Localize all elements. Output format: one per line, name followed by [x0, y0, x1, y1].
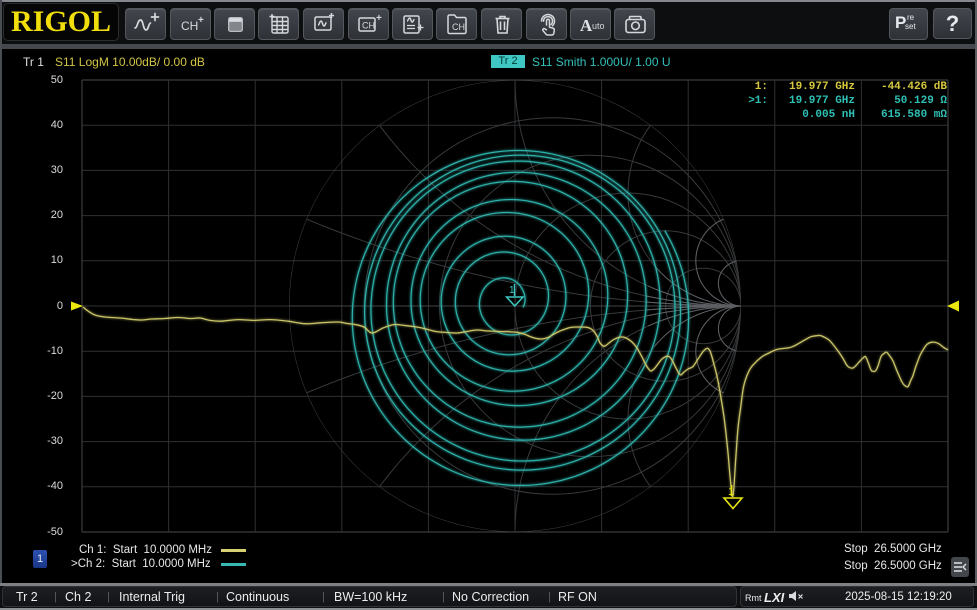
svg-text:CH: CH	[181, 19, 198, 33]
svg-text:+: +	[198, 15, 204, 26]
svg-text:+: +	[376, 13, 382, 24]
svg-text:1: 1	[728, 486, 734, 498]
svg-text:CH: CH	[362, 21, 375, 31]
svg-text:1: 1	[509, 285, 515, 296]
svg-text:uto: uto	[592, 21, 605, 31]
svg-text:CH: CH	[452, 22, 465, 32]
